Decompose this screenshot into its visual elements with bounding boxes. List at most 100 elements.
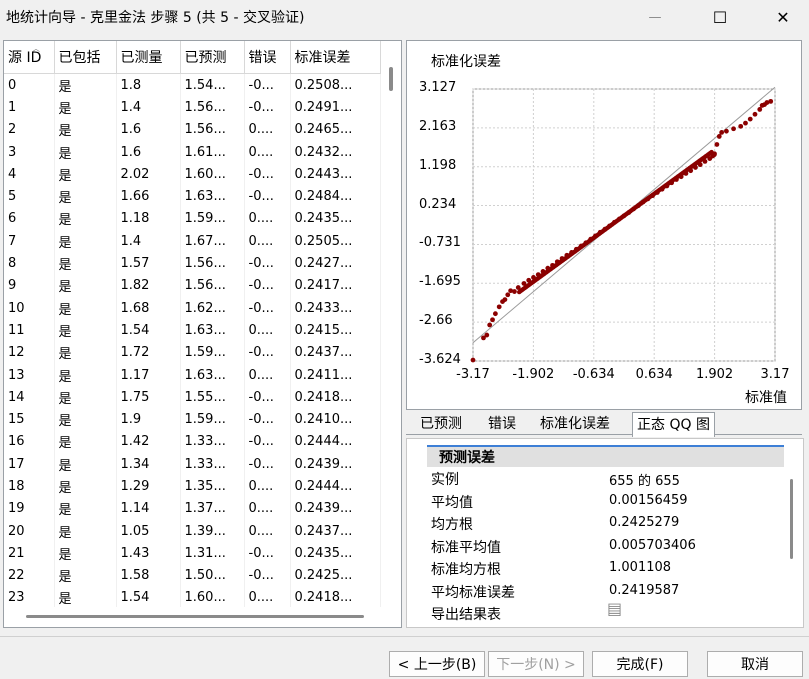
table-cell: 21: [4, 542, 55, 565]
tab-predicted[interactable]: 已预测: [416, 412, 466, 435]
table-row[interactable]: 14 是 1.75 1.55... -0... 0.2418...: [4, 386, 381, 409]
table-cell: 0....: [244, 319, 291, 342]
column-header[interactable]: 已包括: [54, 41, 117, 74]
table-cell: 5: [4, 185, 55, 208]
export-table-icon[interactable]: ▤: [607, 599, 622, 618]
minimize-button[interactable]: —: [632, 0, 678, 34]
table-cell: 1.55...: [180, 386, 245, 409]
table-cell: 0.2435...: [290, 207, 381, 231]
export-table-label[interactable]: 导出结果表: [431, 604, 501, 624]
table-horizontal-scrollbar[interactable]: [4, 607, 384, 625]
column-header[interactable]: 已预测: [180, 41, 245, 74]
table-cell: -0...: [244, 252, 291, 275]
table-cell: 23: [4, 586, 55, 610]
table-row[interactable]: 11 是 1.54 1.63... 0.... 0.2415...: [4, 319, 381, 342]
close-icon: ✕: [776, 7, 790, 27]
data-grid[interactable]: 源 ID 已包括 已测量 已预测 错误 标准误差 0 是 1.8 1.54... -0... 0.2…: [4, 41, 381, 610]
qq-plot-panel: 标准化误差 3.127 2.163 1.198 0.234 -0.731 -1.695 -2…: [406, 40, 802, 410]
table-cell: 1.63...: [180, 319, 245, 342]
data-point: [747, 116, 753, 122]
data-point: [743, 120, 748, 126]
stat-label: 实例: [431, 472, 459, 488]
table-cell: 0.2439...: [290, 497, 381, 520]
table-row[interactable]: 5 是 1.66 1.63... -0... 0.2484...: [4, 185, 381, 208]
table-row[interactable]: 23 是 1.54 1.60... 0.... 0.2418...: [4, 586, 381, 610]
table-row[interactable]: 0 是 1.8 1.54... -0... 0.2508...: [4, 73, 381, 97]
table-cell: -0...: [244, 185, 291, 208]
x-tick-label: -1.902: [512, 367, 555, 382]
table-row[interactable]: 12 是 1.72 1.59... -0... 0.2437...: [4, 341, 381, 364]
scrollbar-thumb[interactable]: [26, 615, 364, 618]
table-cell: 是: [54, 497, 117, 520]
table-cell: 1.67...: [180, 230, 245, 253]
x-tick-label: -3.17: [456, 367, 490, 382]
table-cell: 1.54: [116, 319, 181, 342]
y-tick-label: 2.163: [419, 118, 457, 134]
cancel-button[interactable]: 取消: [707, 651, 803, 677]
table-cell: 是: [54, 296, 117, 320]
table-cell: 0.2444...: [290, 475, 381, 498]
table-row[interactable]: 21 是 1.43 1.31... -0... 0.2435...: [4, 542, 381, 565]
table-row[interactable]: 13 是 1.17 1.63... 0.... 0.2411...: [4, 363, 381, 387]
stats-header[interactable]: 预测误差: [427, 445, 784, 467]
tab-error[interactable]: 错误: [484, 412, 520, 435]
table-row[interactable]: 4 是 2.02 1.60... -0... 0.2443...: [4, 163, 381, 186]
data-point: [738, 123, 744, 129]
table-cell: 0.2484...: [290, 185, 381, 208]
next-button[interactable]: 下一步(N) >: [488, 651, 584, 677]
tab-standardized-error[interactable]: 标准化误差: [536, 412, 614, 435]
table-row[interactable]: 3 是 1.6 1.61... 0.... 0.2432...: [4, 140, 381, 164]
table-row[interactable]: 16 是 1.42 1.33... -0... 0.2444...: [4, 430, 381, 454]
finish-button[interactable]: 完成(F): [592, 651, 688, 677]
scrollbar-thumb[interactable]: [389, 67, 393, 91]
table-cell: 0.2437...: [290, 519, 381, 543]
table-cell: -0...: [244, 296, 291, 320]
table-row[interactable]: 6 是 1.18 1.59... 0.... 0.2435...: [4, 207, 381, 231]
column-header[interactable]: 错误: [244, 41, 291, 74]
column-header[interactable]: 已测量: [116, 41, 181, 74]
back-button[interactable]: < 上一步(B): [389, 651, 485, 677]
table-row[interactable]: 15 是 1.9 1.59... -0... 0.2410...: [4, 408, 381, 431]
table-row[interactable]: 22 是 1.58 1.50... -0... 0.2425...: [4, 564, 381, 587]
close-button[interactable]: ✕: [760, 0, 806, 34]
table-cell: 0.2465...: [290, 118, 381, 141]
y-tick-label: -1.695: [419, 274, 461, 290]
table-row[interactable]: 1 是 1.4 1.56... -0... 0.2491...: [4, 96, 381, 119]
stat-value: 0.2419587: [609, 582, 680, 598]
table-row[interactable]: 18 是 1.29 1.35... 0.... 0.2444...: [4, 475, 381, 498]
tab-normal-qq-plot[interactable]: 正态 QQ 图: [632, 412, 715, 437]
table-cell: 1.61...: [180, 140, 245, 164]
table-cell: 0.2508...: [290, 73, 381, 97]
table-row[interactable]: 10 是 1.68 1.62... -0... 0.2433...: [4, 296, 381, 320]
column-header[interactable]: 源 ID: [4, 41, 55, 74]
table-cell: 1.59...: [180, 207, 245, 231]
table-cell: 1.57: [116, 252, 181, 275]
stat-label: 标准平均值: [431, 539, 501, 556]
table-cell: 1.33...: [180, 453, 245, 476]
table-row[interactable]: 20 是 1.05 1.39... 0.... 0.2437...: [4, 519, 381, 543]
table-cell: 0.2418...: [290, 386, 381, 409]
table-cell: 1.43: [116, 542, 181, 565]
column-header[interactable]: 标准误差: [290, 41, 381, 74]
table-row[interactable]: 2 是 1.6 1.56... 0.... 0.2465...: [4, 118, 381, 141]
table-row[interactable]: 19 是 1.14 1.37... 0.... 0.2439...: [4, 497, 381, 520]
table-row[interactable]: 17 是 1.34 1.33... -0... 0.2439...: [4, 453, 381, 476]
stats-scrollbar[interactable]: [790, 479, 793, 559]
cross-validation-table[interactable]: ︿ 源 ID 已包括 已测量 已预测 错误 标准误差 0 是 1.8 1.54... -0... 0…: [3, 40, 402, 628]
table-cell: 0.2425...: [290, 564, 381, 587]
table-cell: -0...: [244, 163, 291, 186]
data-point: [724, 128, 729, 134]
data-point: [505, 292, 511, 298]
table-vertical-scrollbar[interactable]: [383, 41, 401, 627]
maximize-button[interactable]: ☐: [697, 0, 743, 34]
table-cell: 0.2418...: [290, 586, 381, 610]
table-cell: 1.56...: [180, 274, 245, 297]
chart-tabs: 已预测 错误 标准化误差 正态 QQ 图: [406, 412, 802, 437]
table-cell: 是: [54, 453, 117, 476]
table-cell: 1.60...: [180, 586, 245, 610]
table-row[interactable]: 7 是 1.4 1.67... 0.... 0.2505...: [4, 230, 381, 253]
table-cell: 10: [4, 296, 55, 320]
table-row[interactable]: 9 是 1.82 1.56... -0... 0.2417...: [4, 274, 381, 297]
table-row[interactable]: 8 是 1.57 1.56... -0... 0.2427...: [4, 252, 381, 275]
stat-label: 平均值: [431, 494, 473, 511]
